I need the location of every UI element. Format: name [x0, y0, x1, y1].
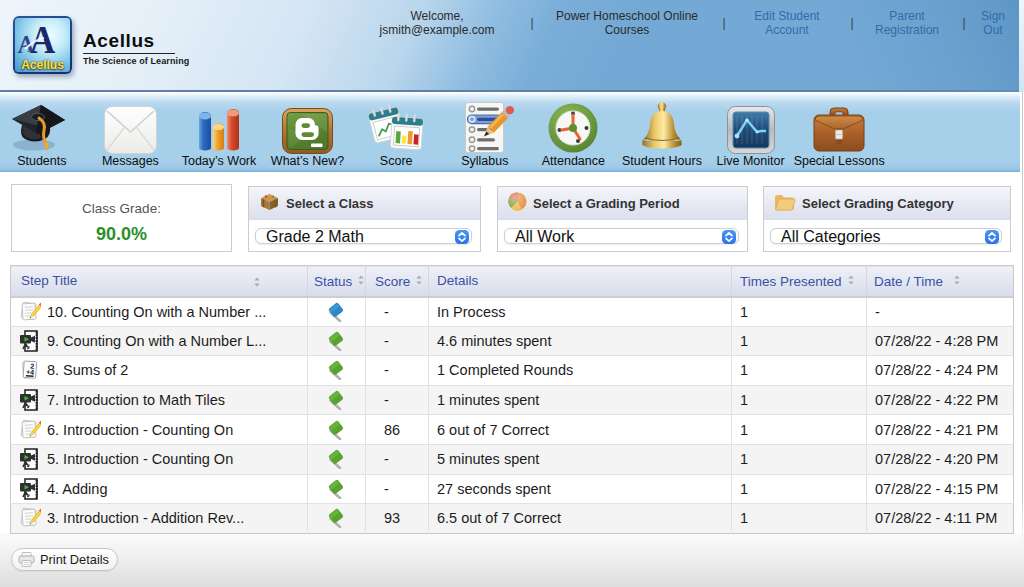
svg-text:+4: +4 — [26, 369, 35, 377]
